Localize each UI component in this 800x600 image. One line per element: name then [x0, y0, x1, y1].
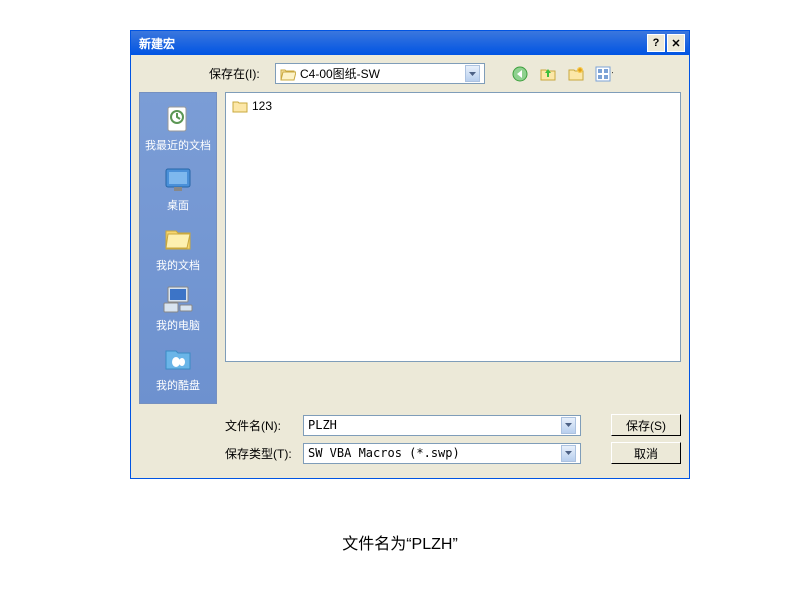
titlebar: 新建宏 ? ✕ — [131, 31, 689, 55]
places-sidebar: 我最近的文档 桌面 我的文档 我的电脑 我的酷盘 — [139, 92, 217, 404]
sidebar-item-documents[interactable]: 我的文档 — [154, 221, 202, 275]
location-text: C4-00图纸-SW — [300, 65, 380, 82]
sidebar-item-computer[interactable]: 我的电脑 — [154, 281, 202, 335]
file-list[interactable]: 123 — [225, 92, 681, 362]
save-dialog: 新建宏 ? ✕ 保存在(I): C4-00图纸-SW — [130, 30, 690, 479]
chevron-down-icon[interactable] — [561, 445, 576, 462]
folder-open-icon — [280, 67, 296, 81]
location-combo[interactable]: C4-00图纸-SW — [275, 63, 485, 84]
filetype-combo[interactable]: SW VBA Macros (*.swp) — [303, 443, 581, 464]
save-button[interactable]: 保存(S) — [611, 414, 681, 436]
help-button[interactable]: ? — [647, 34, 665, 52]
page-caption: 文件名为“PLZH” — [0, 530, 800, 554]
kupan-icon — [162, 343, 194, 375]
computer-icon — [162, 283, 194, 315]
sidebar-item-kupan[interactable]: 我的酷盘 — [154, 341, 202, 395]
close-button[interactable]: ✕ — [667, 34, 685, 52]
view-menu-icon[interactable] — [595, 65, 613, 83]
sidebar-item-desktop[interactable]: 桌面 — [160, 161, 196, 215]
recent-docs-icon — [162, 103, 194, 135]
filetype-value: SW VBA Macros (*.swp) — [308, 446, 561, 460]
filename-label: 文件名(N): — [225, 417, 295, 434]
chevron-down-icon[interactable] — [561, 417, 576, 434]
filetype-label: 保存类型(T): — [225, 445, 295, 462]
desktop-icon — [162, 163, 194, 195]
file-name: 123 — [252, 99, 272, 113]
cancel-button[interactable]: 取消 — [611, 442, 681, 464]
chevron-down-icon[interactable] — [465, 65, 480, 82]
back-icon[interactable] — [511, 65, 529, 83]
sidebar-item-recent[interactable]: 我最近的文档 — [143, 101, 213, 155]
up-folder-icon[interactable] — [539, 65, 557, 83]
new-folder-icon[interactable] — [567, 65, 585, 83]
folder-icon — [232, 99, 248, 113]
filename-combo[interactable] — [303, 415, 581, 436]
list-item[interactable]: 123 — [230, 97, 676, 115]
documents-icon — [162, 223, 194, 255]
filename-input[interactable] — [308, 418, 561, 432]
dialog-title: 新建宏 — [139, 35, 647, 52]
save-in-label: 保存在(I): — [209, 65, 269, 82]
